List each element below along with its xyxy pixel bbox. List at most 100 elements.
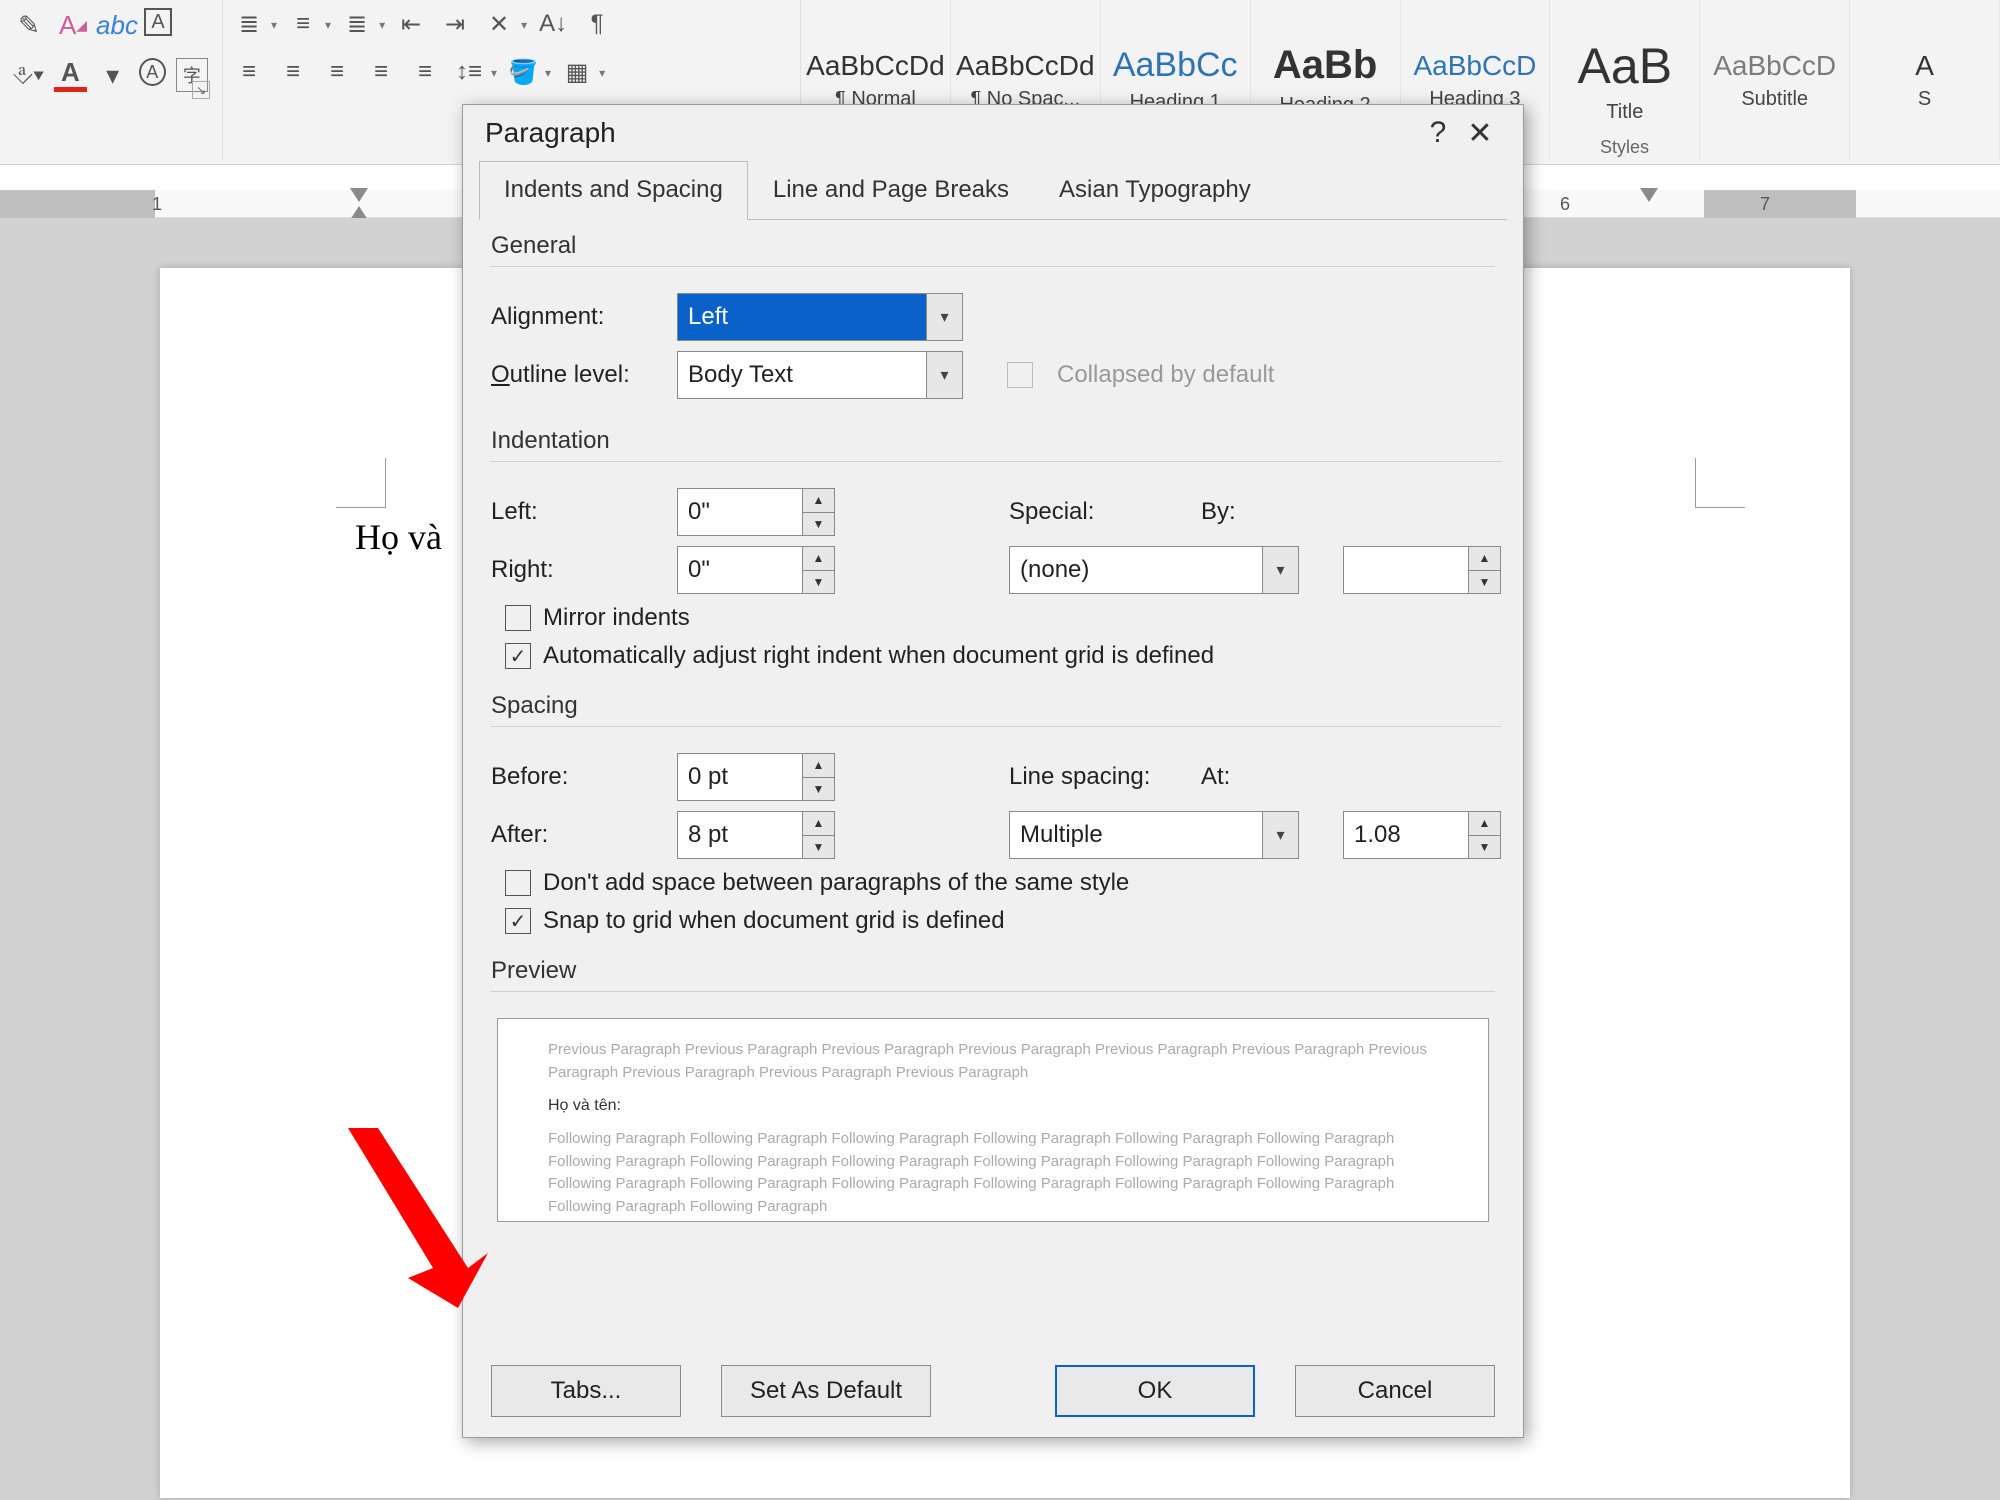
- decrease-indent-icon[interactable]: ⇤: [393, 6, 429, 42]
- preview-box: Previous Paragraph Previous Paragraph Pr…: [497, 1018, 1489, 1222]
- set-default-button[interactable]: Set As Default: [721, 1365, 931, 1417]
- ok-button[interactable]: OK: [1055, 1365, 1255, 1417]
- right-indent-marker-icon[interactable]: [1640, 188, 1658, 202]
- tab-asian-typography[interactable]: Asian Typography: [1034, 161, 1276, 219]
- margin-corner-icon: [336, 458, 386, 508]
- shading-icon[interactable]: 🪣: [505, 54, 541, 90]
- dialog-titlebar[interactable]: Paragraph ? ✕: [463, 105, 1523, 161]
- preview-prev-text: Previous Paragraph Previous Paragraph Pr…: [548, 1039, 1438, 1084]
- style-name: S: [1918, 88, 1931, 111]
- highlight-color-icon[interactable]: ⎀▾: [12, 58, 44, 92]
- style-name: Title: [1606, 101, 1643, 124]
- dialog-tabs: Indents and Spacing Line and Page Breaks…: [479, 161, 1507, 220]
- ruler-tick: 6: [1560, 194, 1570, 215]
- after-input[interactable]: 8 pt▲▼: [677, 811, 835, 859]
- by-label: By:: [1201, 498, 1321, 526]
- by-input[interactable]: ▲▼: [1343, 546, 1501, 594]
- line-spacing-icon[interactable]: ↕≡: [451, 54, 487, 90]
- spin-up-icon[interactable]: ▲: [802, 812, 834, 836]
- show-marks-icon[interactable]: ¶: [579, 6, 615, 42]
- at-label: At:: [1201, 763, 1321, 791]
- spin-down-icon[interactable]: ▼: [802, 836, 834, 859]
- preview-legend: Preview: [491, 957, 1495, 992]
- dialog-body: General Alignment: Left▾ Outline level: …: [463, 220, 1523, 1222]
- special-label: Special:: [1009, 498, 1189, 526]
- font-dialog-launcher-icon[interactable]: ↘: [192, 81, 210, 99]
- help-button[interactable]: ?: [1417, 116, 1459, 150]
- style-sample: AaBbCcDd: [806, 50, 945, 82]
- spin-up-icon[interactable]: ▲: [1468, 812, 1500, 836]
- clear-format-icon[interactable]: A◢: [56, 8, 90, 42]
- borders-icon[interactable]: ▦: [559, 54, 595, 90]
- before-input[interactable]: 0 pt▲▼: [677, 753, 835, 801]
- mirror-indents-label: Mirror indents: [543, 604, 690, 632]
- preview-next-text: Following Paragraph Following Paragraph …: [548, 1128, 1438, 1218]
- outline-level-select[interactable]: Body Text▾: [677, 351, 963, 399]
- indent-left-label: Left:: [491, 498, 665, 526]
- cancel-button[interactable]: Cancel: [1295, 1365, 1495, 1417]
- increase-indent-icon[interactable]: ⇥: [437, 6, 473, 42]
- dialog-buttons: Tabs... Set As Default OK Cancel: [463, 1365, 1523, 1417]
- indentation-section: Indentation Left: 0"▲▼ Special: By: Righ…: [491, 427, 1501, 674]
- spin-down-icon[interactable]: ▼: [1468, 571, 1500, 594]
- dont-add-space-checkbox[interactable]: [505, 870, 531, 896]
- first-line-indent-marker-icon[interactable]: [350, 188, 368, 202]
- justify-icon[interactable]: ≡: [363, 54, 399, 90]
- outline-level-label: Outline level:: [491, 361, 665, 389]
- font-color-icon[interactable]: A: [54, 58, 86, 92]
- align-right-icon[interactable]: ≡: [319, 54, 355, 90]
- align-center-icon[interactable]: ≡: [275, 54, 311, 90]
- tab-indents-spacing[interactable]: Indents and Spacing: [479, 161, 748, 220]
- asian-layout-icon[interactable]: ✕: [481, 6, 517, 42]
- auto-adjust-checkbox[interactable]: [505, 643, 531, 669]
- spin-up-icon[interactable]: ▲: [802, 547, 834, 571]
- ruler-tick: 1: [152, 194, 162, 215]
- style-title[interactable]: AaBTitle: [1550, 0, 1700, 160]
- style-sample: AaBbCcDd: [956, 50, 1095, 82]
- distributed-icon[interactable]: ≡: [407, 54, 443, 90]
- style-sample: AaBb: [1273, 43, 1377, 88]
- close-button[interactable]: ✕: [1459, 116, 1501, 151]
- style-subtitle[interactable]: AaBbCcDSubtitle: [1700, 0, 1850, 160]
- line-spacing-select[interactable]: Multiple▾: [1009, 811, 1299, 859]
- tabs-button[interactable]: Tabs...: [491, 1365, 681, 1417]
- tab-line-page-breaks[interactable]: Line and Page Breaks: [748, 161, 1034, 219]
- multilevel-list-icon[interactable]: ≣: [339, 6, 375, 42]
- mirror-indents-checkbox[interactable]: [505, 605, 531, 631]
- chevron-down-icon: ▾: [1262, 547, 1298, 593]
- alignment-select[interactable]: Left▾: [677, 293, 963, 341]
- style-name: Subtitle: [1741, 88, 1808, 111]
- dialog-title: Paragraph: [485, 117, 616, 149]
- paragraph-dialog: Paragraph ? ✕ Indents and Spacing Line a…: [462, 104, 1524, 1438]
- spin-down-icon[interactable]: ▼: [802, 778, 834, 801]
- general-legend: General: [491, 232, 1495, 267]
- line-spacing-label: Line spacing:: [1009, 763, 1189, 791]
- enclose-char-icon[interactable]: A: [139, 58, 166, 86]
- after-label: After:: [491, 821, 665, 849]
- text-effects-icon[interactable]: abc: [100, 8, 134, 42]
- character-border-icon[interactable]: A: [144, 8, 172, 36]
- align-left-icon[interactable]: ≡: [231, 54, 267, 90]
- special-select[interactable]: (none)▾: [1009, 546, 1299, 594]
- font-color-dropdown-icon[interactable]: ▾: [97, 58, 129, 92]
- ruler-margin-left: [0, 190, 155, 218]
- spin-up-icon[interactable]: ▲: [802, 489, 834, 513]
- numbering-icon[interactable]: ≡: [285, 6, 321, 42]
- spin-up-icon[interactable]: ▲: [802, 754, 834, 778]
- snap-grid-checkbox[interactable]: [505, 908, 531, 934]
- bullets-icon[interactable]: ≣: [231, 6, 267, 42]
- document-text[interactable]: Họ và: [355, 516, 442, 558]
- style-s[interactable]: AS: [1850, 0, 2000, 160]
- indent-right-input[interactable]: 0"▲▼: [677, 546, 835, 594]
- at-input[interactable]: 1.08▲▼: [1343, 811, 1501, 859]
- format-painter-icon[interactable]: ✎: [12, 8, 46, 42]
- spin-down-icon[interactable]: ▼: [802, 513, 834, 536]
- preview-section: Preview Previous Paragraph Previous Para…: [491, 957, 1495, 1222]
- collapsed-checkbox: [1007, 362, 1033, 388]
- spin-down-icon[interactable]: ▼: [802, 571, 834, 594]
- spin-up-icon[interactable]: ▲: [1468, 547, 1500, 571]
- indent-left-input[interactable]: 0"▲▼: [677, 488, 835, 536]
- spin-down-icon[interactable]: ▼: [1468, 836, 1500, 859]
- sort-icon[interactable]: A↓: [535, 6, 571, 42]
- collapsed-label: Collapsed by default: [1057, 361, 1274, 389]
